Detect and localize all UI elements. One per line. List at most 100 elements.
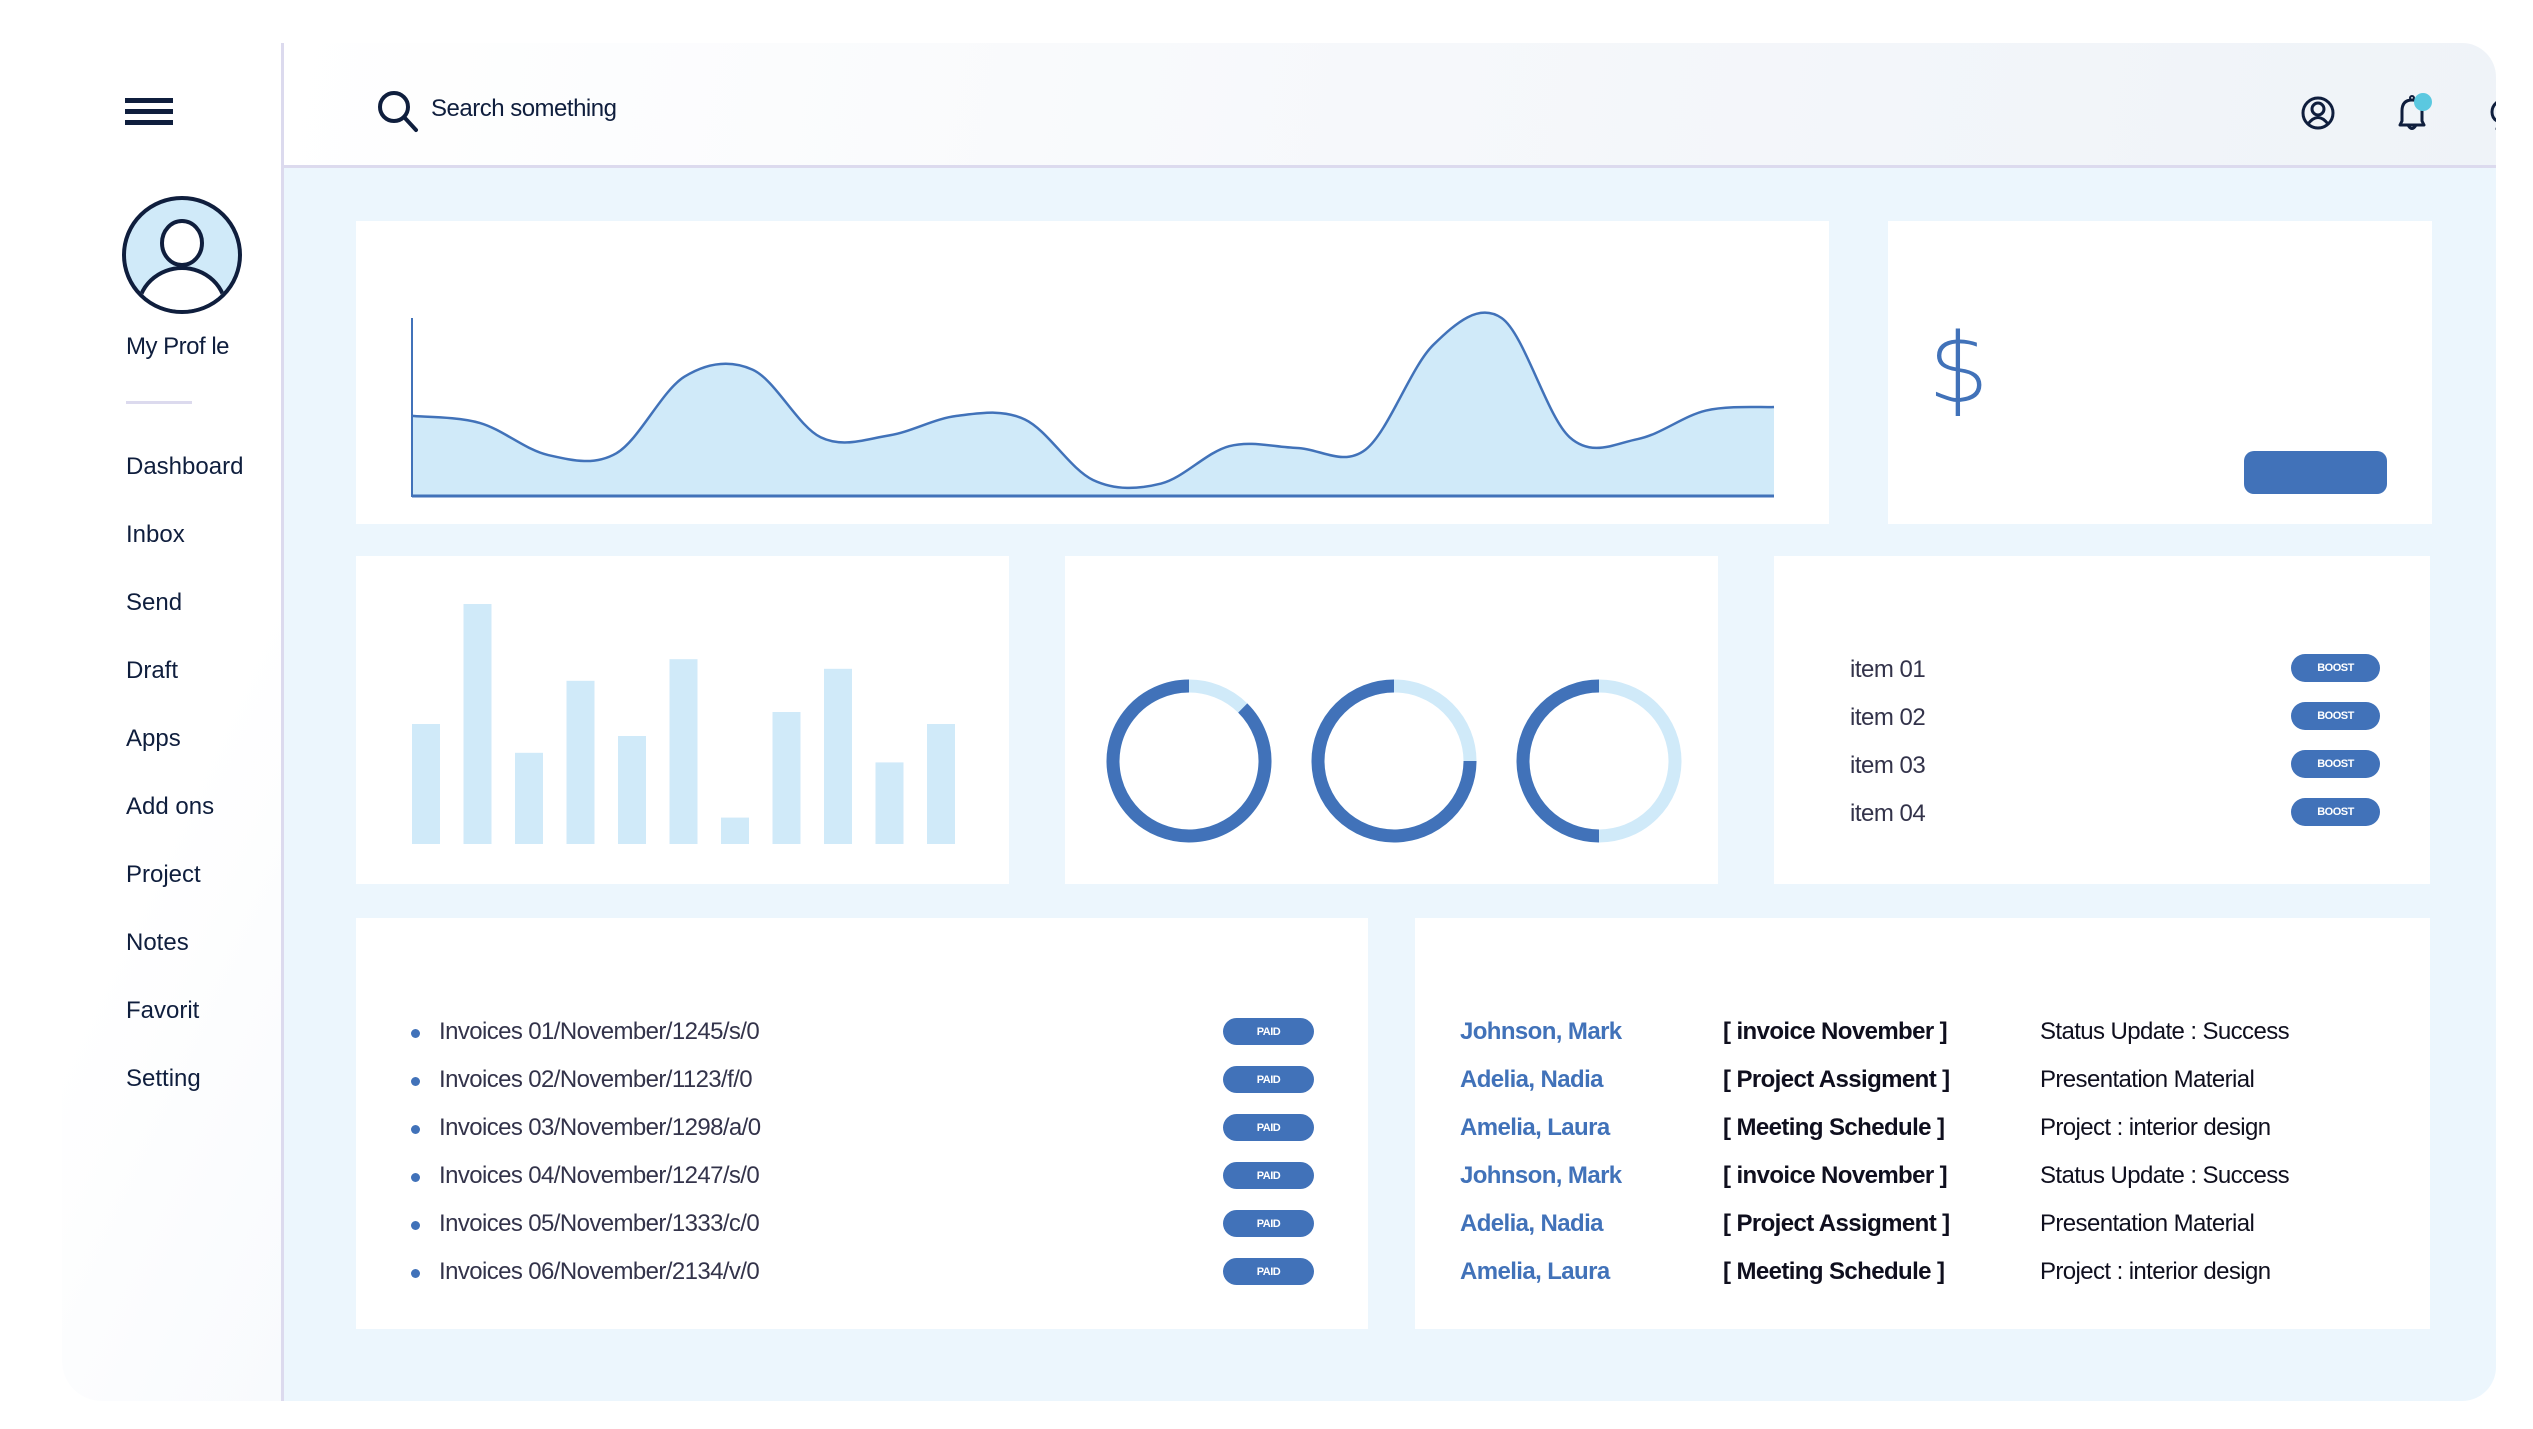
message-detail: Presentation Material	[2040, 1210, 2255, 1237]
invoice-row[interactable]: Invoices 01/November/1245/s/0 PAID	[411, 1015, 1314, 1063]
profile-label[interactable]: My Prof le	[126, 333, 230, 361]
boost-button[interactable]: BOOST	[2291, 654, 2380, 682]
invoice-label: Invoices 04/November/1247/s/0	[439, 1162, 760, 1189]
area-chart-card	[356, 221, 1829, 524]
bullet-icon	[411, 1125, 420, 1134]
item-label: item 04	[1850, 800, 1926, 827]
list-item: item 02 BOOST	[1850, 696, 2380, 744]
sender-name[interactable]: Amelia, Laura	[1460, 1114, 1610, 1142]
bullet-icon	[411, 1269, 420, 1278]
donut-charts	[1106, 679, 1682, 843]
sender-name[interactable]: Johnson, Mark	[1460, 1018, 1622, 1046]
paid-badge[interactable]: PAID	[1223, 1258, 1314, 1285]
message-subject: [ invoice November ]	[1723, 1162, 1948, 1189]
item-label: item 02	[1850, 704, 1926, 731]
donut-3-value-arc	[1516, 679, 1600, 843]
bullet-icon	[411, 1173, 420, 1182]
sidebar-item-inbox[interactable]: Inbox	[126, 521, 243, 589]
invoice-label: Invoices 01/November/1245/s/0	[439, 1018, 760, 1045]
account-icon[interactable]	[2296, 91, 2340, 135]
invoice-row[interactable]: Invoices 03/November/1298/a/0 PAID	[411, 1111, 1314, 1159]
sender-name[interactable]: Amelia, Laura	[1460, 1258, 1610, 1286]
bar-1	[412, 724, 440, 844]
sidebar-item-notes[interactable]: Notes	[126, 929, 243, 997]
chat-icon[interactable]	[2486, 91, 2496, 135]
bullet-icon	[411, 1077, 420, 1086]
bullet-icon	[411, 1221, 420, 1230]
message-detail: Status Update : Success	[2040, 1018, 2290, 1045]
invoice-row[interactable]: Invoices 05/November/1333/c/0 PAID	[411, 1207, 1314, 1255]
paid-badge[interactable]: PAID	[1223, 1210, 1314, 1237]
bar-11	[927, 724, 955, 844]
boost-button[interactable]: BOOST	[2291, 798, 2380, 826]
message-subject: [ Project Assigment ]	[1723, 1210, 1950, 1237]
message-row[interactable]: Amelia, Laura [ Meeting Schedule ] Proje…	[1460, 1255, 2400, 1303]
search-icon[interactable]	[376, 89, 420, 133]
dollar-icon: $	[1928, 313, 1990, 425]
profile-divider	[126, 401, 192, 404]
sidebar-item-add-ons[interactable]: Add ons	[126, 793, 243, 861]
bar-chart-card	[356, 556, 1009, 884]
bar-2	[463, 604, 492, 844]
message-row[interactable]: Adelia, Nadia [ Project Assigment ] Pres…	[1460, 1207, 2400, 1255]
message-detail: Project : interior design	[2040, 1114, 2271, 1141]
bar-5	[618, 736, 646, 844]
message-subject: [ Project Assigment ]	[1723, 1066, 1950, 1093]
revenue-card: $	[1888, 221, 2432, 524]
sidebar-item-dashboard[interactable]: Dashboard	[126, 453, 243, 521]
sidebar-item-apps[interactable]: Apps	[126, 725, 243, 793]
sidebar-item-send[interactable]: Send	[126, 589, 243, 657]
messages-card: Johnson, Mark [ invoice November ] Statu…	[1415, 918, 2430, 1329]
boost-items-card: item 01 BOOST item 02 BOOST item 03 BOOS…	[1774, 556, 2430, 884]
message-row[interactable]: Amelia, Laura [ Meeting Schedule ] Proje…	[1460, 1111, 2400, 1159]
search-input[interactable]	[431, 93, 931, 125]
revenue-action-button[interactable]	[2244, 451, 2387, 494]
donut-charts-card	[1065, 556, 1718, 884]
paid-badge[interactable]: PAID	[1223, 1066, 1314, 1093]
message-row[interactable]: Johnson, Mark [ invoice November ] Statu…	[1460, 1015, 2400, 1063]
bar-4	[566, 680, 595, 844]
message-row[interactable]: Adelia, Nadia [ Project Assigment ] Pres…	[1460, 1063, 2400, 1111]
list-item: item 03 BOOST	[1850, 744, 2380, 792]
invoices-card: Invoices 01/November/1245/s/0 PAID Invoi…	[356, 918, 1368, 1329]
bar-9	[824, 668, 852, 844]
message-subject: [ Meeting Schedule ]	[1723, 1258, 1945, 1285]
message-subject: [ invoice November ]	[1723, 1018, 1948, 1045]
sender-name[interactable]: Johnson, Mark	[1460, 1162, 1622, 1190]
invoice-row[interactable]: Invoices 02/November/1123/f/0 PAID	[411, 1063, 1314, 1111]
bar-7	[721, 817, 749, 844]
paid-badge[interactable]: PAID	[1223, 1018, 1314, 1045]
invoice-label: Invoices 02/November/1123/f/0	[439, 1066, 753, 1093]
message-subject: [ Meeting Schedule ]	[1723, 1114, 1945, 1141]
hamburger-menu-icon[interactable]	[125, 98, 173, 126]
bar-8	[772, 712, 801, 844]
boost-button[interactable]: BOOST	[2291, 702, 2380, 730]
boost-button[interactable]: BOOST	[2291, 750, 2380, 778]
bar-10	[875, 762, 904, 844]
bar-6	[669, 659, 698, 844]
invoice-label: Invoices 05/November/1333/c/0	[439, 1210, 760, 1237]
sidebar: My Prof le Dashboard Inbox Send Draft Ap…	[62, 43, 284, 1401]
invoice-label: Invoices 06/November/2134/v/0	[439, 1258, 760, 1285]
bullet-icon	[411, 1029, 420, 1038]
sender-name[interactable]: Adelia, Nadia	[1460, 1210, 1604, 1238]
bar-chart	[412, 604, 955, 844]
paid-badge[interactable]: PAID	[1223, 1114, 1314, 1141]
bar-3	[515, 752, 543, 844]
user-avatar-icon[interactable]	[121, 195, 243, 315]
invoice-row[interactable]: Invoices 04/November/1247/s/0 PAID	[411, 1159, 1314, 1207]
message-row[interactable]: Johnson, Mark [ invoice November ] Statu…	[1460, 1159, 2400, 1207]
sidebar-item-setting[interactable]: Setting	[126, 1065, 243, 1133]
top-header	[284, 43, 2496, 168]
area-chart-fill	[412, 312, 1774, 496]
list-item: item 01 BOOST	[1850, 648, 2380, 696]
sidebar-item-project[interactable]: Project	[126, 861, 243, 929]
sidebar-item-favorit[interactable]: Favorit	[126, 997, 243, 1065]
message-detail: Presentation Material	[2040, 1066, 2255, 1093]
sidebar-item-draft[interactable]: Draft	[126, 657, 243, 725]
area-chart	[411, 311, 1775, 498]
paid-badge[interactable]: PAID	[1223, 1162, 1314, 1189]
sender-name[interactable]: Adelia, Nadia	[1460, 1066, 1604, 1094]
item-label: item 01	[1850, 656, 1926, 683]
invoice-row[interactable]: Invoices 06/November/2134/v/0 PAID	[411, 1255, 1314, 1303]
